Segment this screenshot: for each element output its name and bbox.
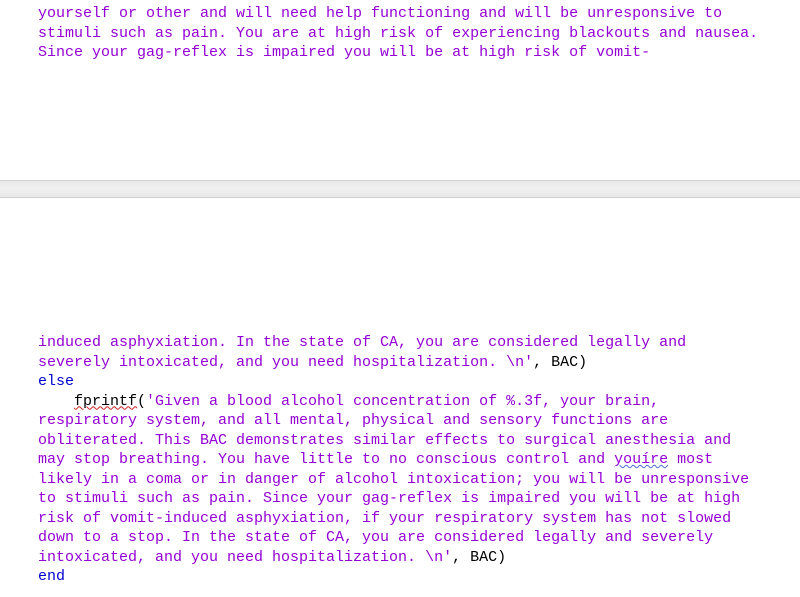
bac-arg-2: , BAC) [452,549,506,566]
code-fragment-bottom: induced asphyxiation. In the state of CA… [38,333,762,587]
func-fprintf: fprintf [74,393,137,410]
string-literal-top: yourself or other and will need help fun… [38,5,758,61]
page-bottom: induced asphyxiation. In the state of CA… [0,198,800,597]
page-top: yourself or other and will need help fun… [0,0,800,180]
string-literal-2b: most likely in a coma or in danger of al… [38,451,749,566]
string-squiggle-word: youíre [614,451,668,468]
code-fragment-top: yourself or other and will need help fun… [38,4,762,63]
page-break-divider [0,180,800,198]
bac-arg-1: , BAC) [533,354,587,371]
keyword-end: end [38,568,65,585]
string-continuation: induced asphyxiation. In the state of CA… [38,334,686,371]
keyword-else: else [38,373,74,390]
open-paren: ( [137,393,146,410]
